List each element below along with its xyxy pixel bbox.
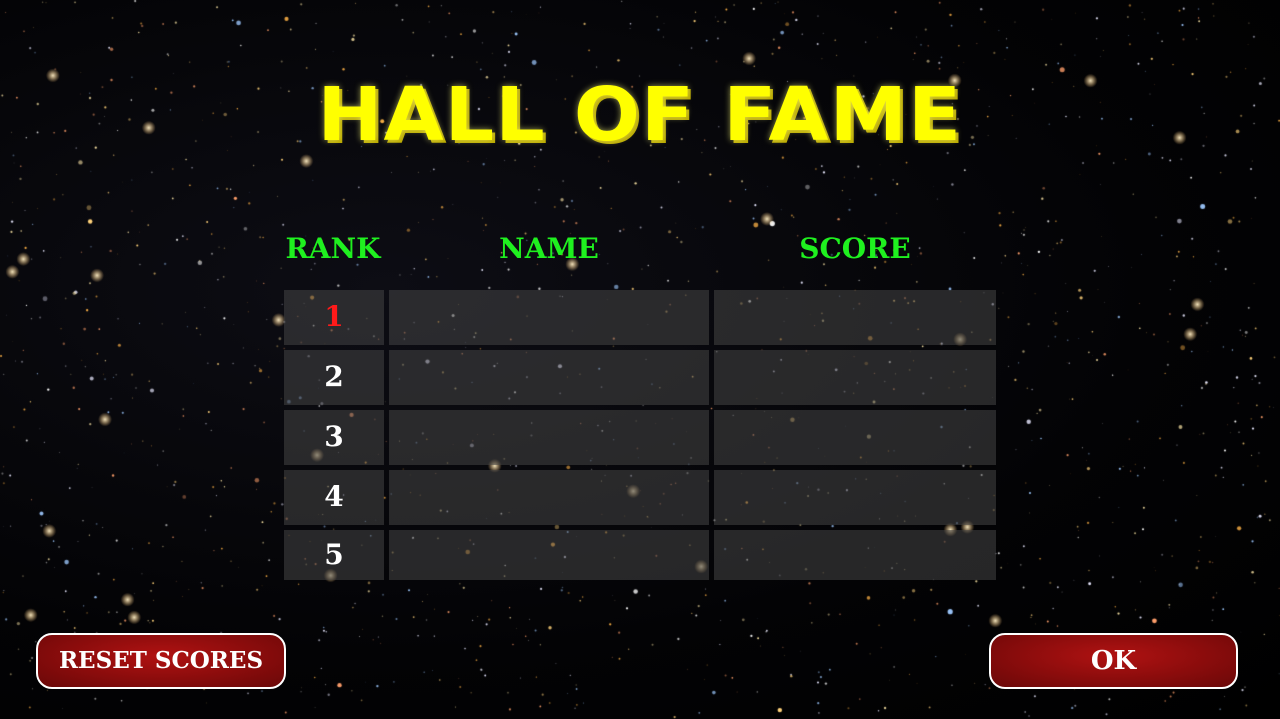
hall-of-fame-screen: HALL OF FAME RANK NAME SCORE 1 2 3 4 5 R… (0, 0, 1280, 719)
rank-column-header: RANK (285, 232, 381, 265)
name-cell (389, 470, 709, 525)
score-cell (714, 470, 996, 525)
score-cell (714, 350, 996, 405)
name-cell (389, 410, 709, 465)
rank-cell: 5 (284, 530, 384, 580)
score-cell (714, 410, 996, 465)
reset-scores-button[interactable]: RESET SCORES (36, 633, 286, 689)
name-column-header: NAME (499, 232, 599, 265)
page-title: HALL OF FAME (317, 72, 963, 158)
name-cell (389, 290, 709, 345)
name-cell (389, 530, 709, 580)
rank-cell: 2 (284, 350, 384, 405)
name-cell (389, 350, 709, 405)
score-cell (714, 290, 996, 345)
rank-cell: 1 (284, 290, 384, 345)
score-column-header: SCORE (799, 232, 911, 265)
rank-cell: 4 (284, 470, 384, 525)
rank-cell: 3 (284, 410, 384, 465)
score-cell (714, 530, 996, 580)
ok-button[interactable]: OK (989, 633, 1238, 689)
